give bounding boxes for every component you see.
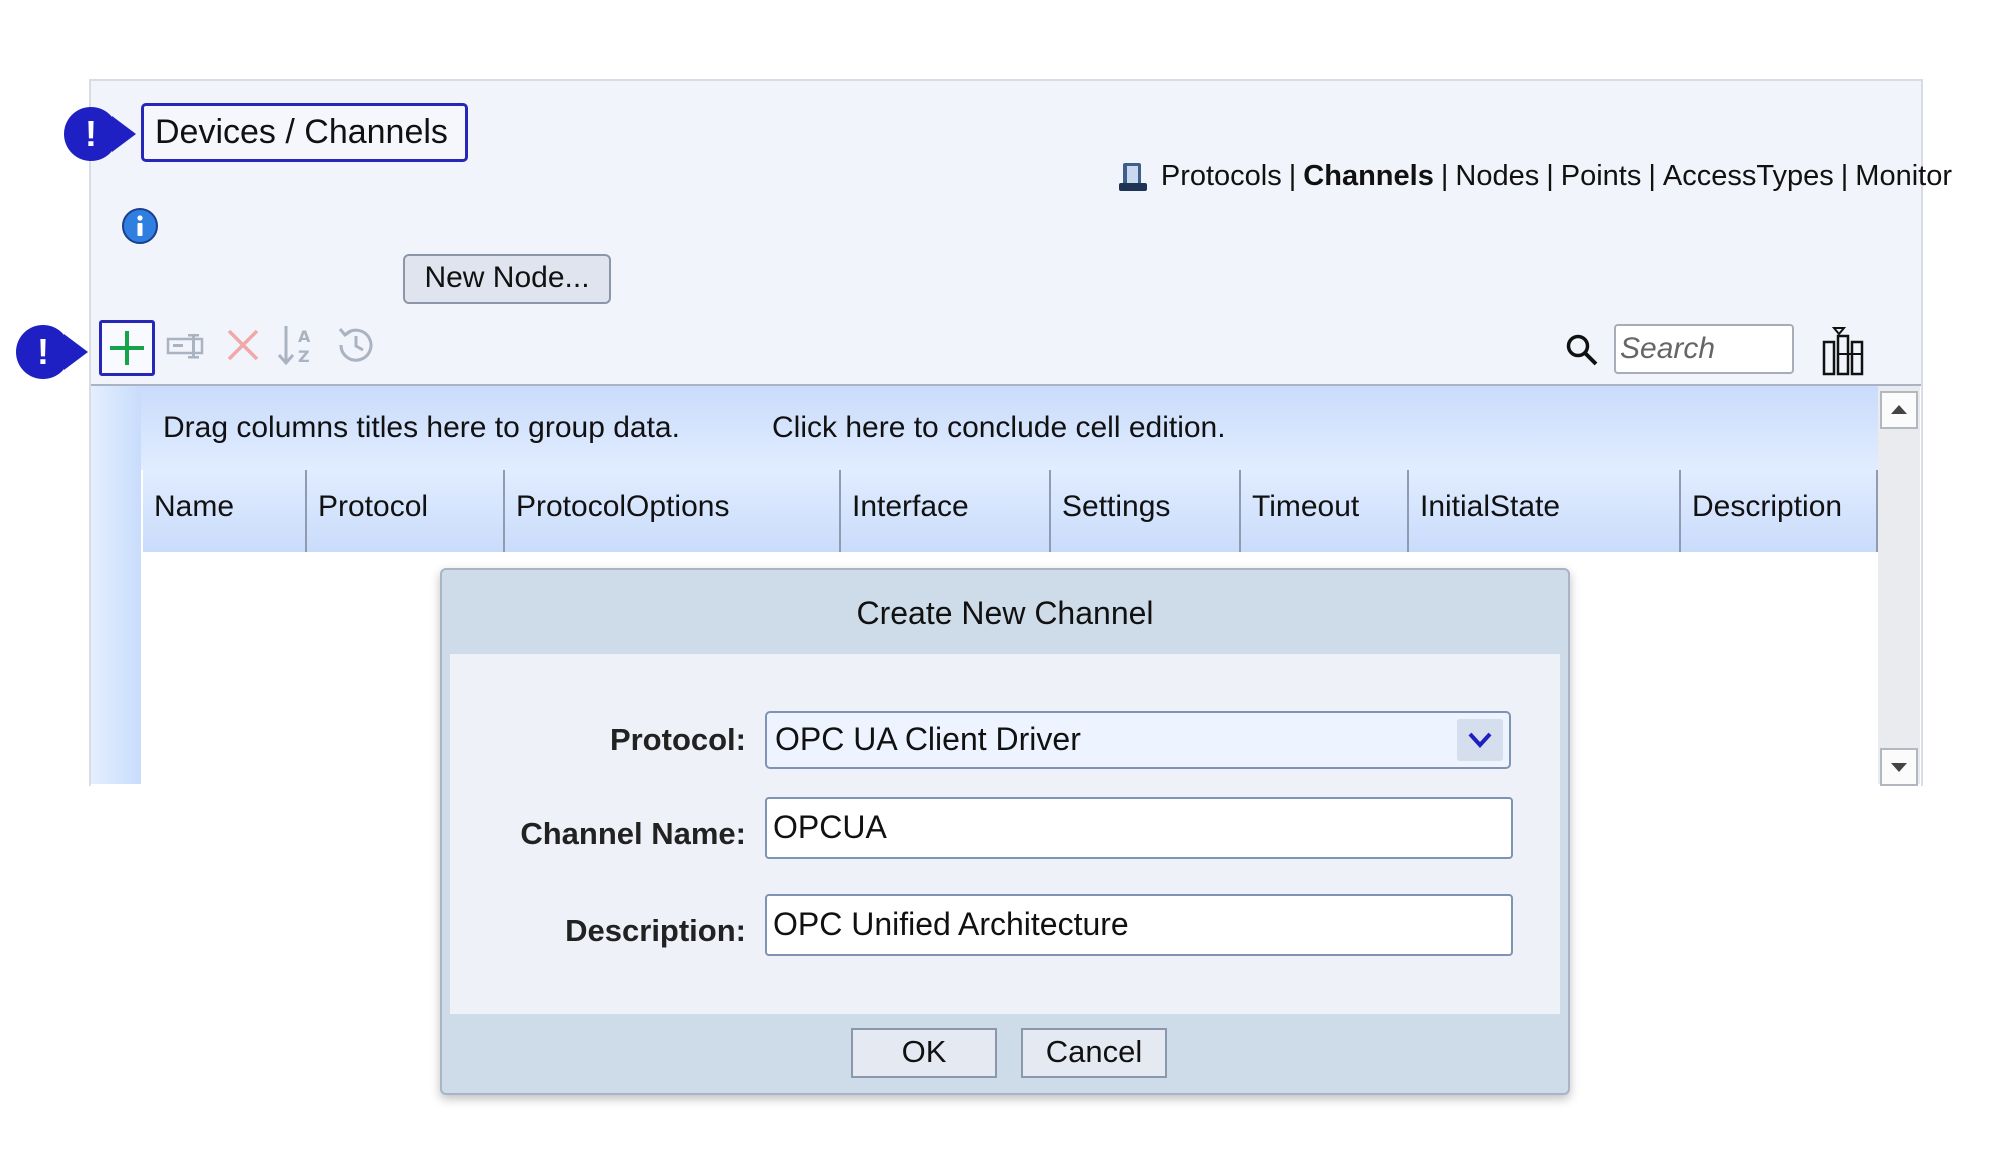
scroll-down-button[interactable] — [1880, 748, 1918, 786]
triangle-up-icon — [1891, 405, 1907, 414]
row-indicator-column — [91, 386, 141, 784]
nav-channels[interactable]: Channels — [1303, 160, 1434, 193]
history-icon — [338, 328, 373, 362]
column-header-initialstate[interactable]: InitialState — [1409, 470, 1681, 552]
channel-name-label: Channel Name: — [520, 816, 746, 851]
section-nav: Protocols | Channels | Nodes | Points | … — [1118, 160, 1952, 193]
nav-separator: | — [1440, 160, 1449, 192]
svg-text:A: A — [298, 327, 311, 346]
nav-separator: | — [1648, 160, 1656, 192]
channel-name-field[interactable]: OPCUA — [765, 797, 1513, 859]
chevron-down-icon — [1468, 732, 1492, 748]
callout-glyph: ! — [85, 113, 97, 154]
nav-accesstypes[interactable]: AccessTypes — [1663, 160, 1834, 193]
callout-marker-add: ! — [16, 325, 88, 379]
protocol-label: Protocol: — [609, 722, 746, 757]
protocol-select-value: OPC UA Client Driver — [775, 721, 1081, 757]
scroll-up-button[interactable] — [1880, 391, 1918, 429]
dropdown-button[interactable] — [1457, 719, 1503, 761]
callout-glyph: ! — [37, 331, 49, 372]
page-title: Devices / Channels — [141, 103, 468, 162]
nav-separator: | — [1546, 160, 1554, 192]
nav-nodes[interactable]: Nodes — [1455, 160, 1539, 193]
group-hint: Drag columns titles here to group data. — [163, 411, 680, 444]
dialog-title: Create New Channel — [856, 595, 1154, 631]
add-button[interactable] — [99, 320, 155, 376]
nav-separator: | — [1288, 160, 1297, 192]
column-header-name[interactable]: Name — [143, 470, 307, 552]
callout-marker-title: ! — [64, 107, 136, 161]
column-chooser-icon[interactable] — [1820, 326, 1870, 378]
search-input[interactable] — [1614, 324, 1794, 374]
column-header-interface[interactable]: Interface — [841, 470, 1051, 552]
protocol-select[interactable]: OPC UA Client Driver — [765, 711, 1511, 769]
ok-button[interactable]: OK — [851, 1028, 997, 1078]
conclude-edit-hint[interactable]: Click here to conclude cell edition. — [772, 386, 1226, 470]
column-header-description[interactable]: Description — [1681, 470, 1878, 552]
plus-icon — [110, 331, 144, 365]
history-button[interactable] — [331, 320, 387, 376]
triangle-down-icon — [1891, 763, 1907, 772]
nav-protocols[interactable]: Protocols — [1161, 160, 1282, 193]
svg-text:Z: Z — [298, 347, 310, 366]
info-icon[interactable] — [121, 207, 159, 245]
rename-icon — [166, 334, 204, 359]
create-channel-dialog: Create New Channel Protocol: OPC UA Clie… — [440, 568, 1570, 1095]
new-node-button[interactable]: New Node... — [403, 254, 611, 304]
column-header-timeout[interactable]: Timeout — [1241, 470, 1409, 552]
description-label: Description: — [565, 913, 746, 948]
sort-az-icon: A Z — [277, 326, 311, 366]
search-icon[interactable] — [1565, 333, 1599, 367]
column-header-protocol[interactable]: Protocol — [307, 470, 505, 552]
nav-points[interactable]: Points — [1561, 160, 1642, 193]
cancel-button[interactable]: Cancel — [1021, 1028, 1167, 1078]
delete-button[interactable] — [218, 320, 274, 376]
nav-separator: | — [1840, 160, 1849, 192]
dialog-body: Protocol: OPC UA Client Driver Channel N… — [450, 654, 1560, 1014]
column-header-settings[interactable]: Settings — [1051, 470, 1241, 552]
group-panel[interactable]: Drag columns titles here to group data. … — [141, 386, 1878, 470]
grid-header-row: Name Protocol ProtocolOptions Interface … — [143, 470, 1878, 552]
vertical-scrollbar[interactable] — [1878, 386, 1920, 784]
protocols-icon — [1118, 162, 1147, 191]
rename-button[interactable] — [163, 320, 219, 376]
column-header-protocoloptions[interactable]: ProtocolOptions — [505, 470, 841, 552]
sort-button[interactable]: A Z — [274, 320, 330, 376]
delete-icon — [227, 329, 259, 361]
nav-monitor[interactable]: Monitor — [1855, 160, 1952, 193]
description-field[interactable]: OPC Unified Architecture — [765, 894, 1513, 956]
